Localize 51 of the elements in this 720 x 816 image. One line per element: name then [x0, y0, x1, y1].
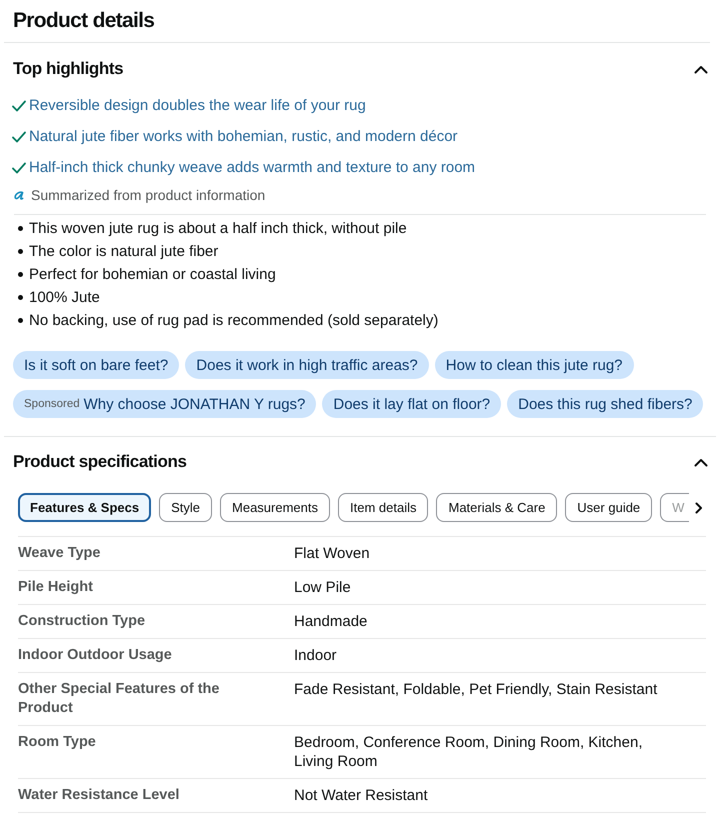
bullet-text: This woven jute rug is about a half inch thick, without pile: [29, 220, 407, 237]
highlight-text: Reversible design doubles the wear life of your rug: [29, 97, 366, 114]
question-chip[interactable]: Does it lay flat on floor?: [322, 390, 502, 418]
spec-label: Other Special Features of the Product: [18, 680, 220, 718]
spec-value: Low Pile: [294, 578, 352, 597]
bullet-text: The color is natural jute fiber: [29, 243, 218, 260]
bullet-text: No backing, use of rug pad is recommended (sold separately): [29, 312, 438, 329]
spec-value: Flat Woven: [294, 544, 371, 563]
chevron-up-icon[interactable]: [694, 64, 708, 74]
section-heading: Top highlights: [13, 59, 124, 79]
summary-note: Summarized from product information: [31, 187, 266, 203]
highlight-text: Half-inch thick chunky weave adds warmth and texture to any room: [29, 159, 476, 176]
bullet-icon: [18, 272, 23, 277]
question-chip[interactable]: Is it soft on bare feet?: [13, 351, 180, 379]
bullet-icon: [18, 295, 23, 300]
spec-tab[interactable]: Measurements: [220, 493, 330, 522]
section-heading: Product specifications: [13, 452, 187, 472]
spec-value: Fade Resistant, Foldable, Pet Friendly, Stain Resistant: [294, 680, 658, 700]
spec-tab[interactable]: Materials & Care: [436, 493, 558, 522]
spec-tab[interactable]: User guide: [565, 493, 652, 522]
spec-label: Room Type: [18, 733, 97, 752]
chevron-up-icon[interactable]: [694, 458, 708, 466]
sponsored-label: Sponsored: [24, 398, 80, 410]
bullet-icon: [18, 249, 23, 254]
spec-value: Handmade: [294, 612, 368, 631]
spec-label: Construction Type: [18, 612, 146, 631]
bullet-icon: [18, 226, 23, 231]
spec-tab[interactable]: Features & Specs: [18, 493, 152, 522]
bullet-text: 100% Jute: [29, 289, 100, 306]
check-icon: [12, 162, 26, 174]
page-title: Product details: [13, 9, 154, 33]
chevron-right-icon[interactable]: [695, 502, 704, 514]
bullet-text: Perfect for bohemian or coastal living: [29, 266, 276, 283]
spec-tab[interactable]: Style: [159, 493, 212, 522]
spec-label: Pile Height: [18, 578, 94, 597]
spec-label: Weave Type: [18, 544, 102, 563]
spec-label: Water Resistance Level: [18, 786, 180, 805]
question-chip[interactable]: Does this rug shed fibers?: [507, 390, 704, 418]
spec-value: Indoor: [294, 646, 338, 665]
bullet-icon: [18, 318, 23, 323]
highlight-text: Natural jute fiber works with bohemian, rustic, and modern décor: [29, 128, 458, 145]
question-chip[interactable]: Does it work in high traffic areas?: [185, 351, 429, 379]
question-chip[interactable]: How to clean this jute rug?: [434, 351, 634, 379]
spec-value: Not Water Resistant: [294, 786, 429, 805]
spec-label: Indoor Outdoor Usage: [18, 646, 173, 665]
question-chip[interactable]: Sponsored Why choose JONATHAN Y rugs?: [13, 390, 316, 418]
spec-value: Bedroom, Conference Room, Dining Room, Kitchen, Living Room: [294, 733, 644, 771]
check-icon: [12, 100, 26, 112]
check-icon: [12, 130, 26, 142]
swirl-icon: [14, 190, 24, 200]
spec-tab[interactable]: Item details: [338, 493, 428, 522]
